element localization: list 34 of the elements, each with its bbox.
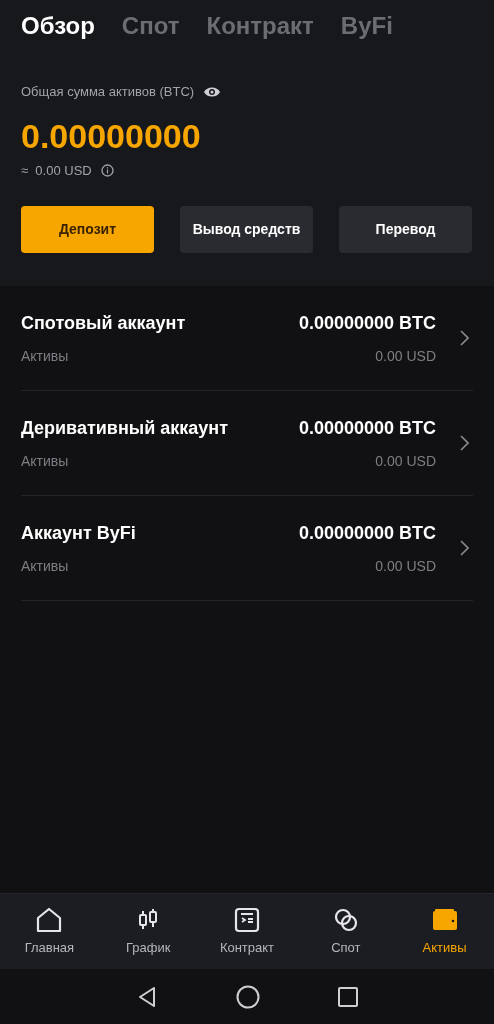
info-icon[interactable]	[100, 163, 114, 177]
nav-tab[interactable]: Контракт	[197, 894, 297, 969]
chevron-right-icon[interactable]	[460, 435, 469, 451]
nav-tab[interactable]: Активы	[395, 894, 494, 969]
btc-balance: 0.00000000 BTC	[298, 521, 436, 545]
usd-balance: 0.00 USD	[375, 556, 436, 576]
account-name: Спотовый аккаунт	[21, 311, 187, 335]
nav-tab[interactable]: График	[98, 894, 198, 969]
nav-tab[interactable]: Главная	[0, 894, 99, 969]
account-subtitle: Активы	[21, 346, 70, 366]
chevron-right-icon[interactable]	[460, 330, 469, 346]
eye-icon[interactable]	[203, 85, 222, 98]
chevron-right-icon[interactable]	[460, 540, 469, 556]
back-icon[interactable]	[136, 985, 158, 1008]
nav-tab[interactable]: Спот	[296, 894, 396, 969]
action-button[interactable]: Вывод средств	[180, 206, 313, 253]
deposit-button[interactable]: Депозит	[21, 206, 154, 253]
usd-balance: 0.00 USD	[375, 451, 436, 471]
btc-balance: 0.00000000 BTC	[298, 416, 436, 440]
account-name: Аккаунт ByFi	[21, 521, 137, 545]
total-label: Общая сумма активов (BTC)	[21, 83, 195, 101]
account-subtitle: Активы	[21, 451, 70, 471]
recents-icon[interactable]	[338, 986, 358, 1007]
tab[interactable]: Обзор	[21, 8, 95, 44]
btc-balance: 0.00000000 BTC	[298, 311, 436, 335]
contract-icon	[233, 905, 261, 934]
usd-value: ≈ 0.00 USD	[21, 161, 92, 180]
account-subtitle: Активы	[21, 556, 70, 576]
usd-balance: 0.00 USD	[375, 346, 436, 366]
action-button[interactable]: Перевод	[339, 206, 472, 253]
total-amount: 0.00000000	[21, 115, 202, 156]
home-icon	[35, 905, 64, 934]
home-circle-icon[interactable]	[236, 984, 260, 1009]
account-name: Деривативный аккаунт	[21, 416, 229, 440]
